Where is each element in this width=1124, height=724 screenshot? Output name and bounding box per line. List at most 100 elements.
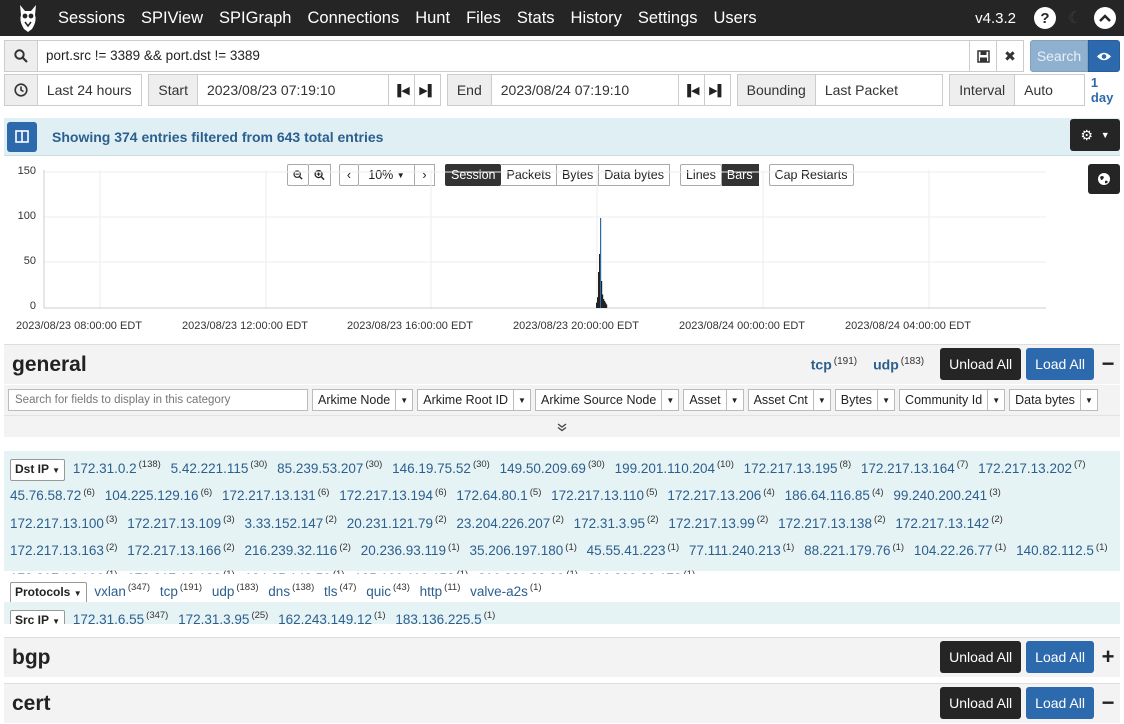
nav-spiview[interactable]: SPIView (141, 9, 203, 28)
search-button[interactable]: Search (1030, 40, 1088, 72)
field-arkime-node-dropdown[interactable]: Arkime Node ▼ (312, 389, 414, 411)
protocol-value[interactable]: valve-a2s (1) (470, 582, 541, 599)
dst-ip-value[interactable]: 146.19.75.52 (30) (392, 459, 490, 476)
nav-hunt[interactable]: Hunt (415, 9, 450, 28)
session-bar[interactable] (606, 304, 608, 308)
dst-ip-value[interactable]: 20.236.93.119 (1) (361, 542, 460, 559)
dst-ip-value[interactable]: 172.217.13.142 (2) (895, 514, 1002, 531)
nav-users[interactable]: Users (714, 9, 757, 28)
dst-ip-value[interactable]: 104.225.129.16 (6) (105, 487, 212, 504)
interval-select[interactable]: Auto (1015, 74, 1085, 106)
dst-ip-value[interactable]: 99.240.200.241 (3) (893, 487, 1000, 504)
src-ip-value[interactable]: 172.31.3.95 (25) (178, 610, 268, 624)
dst-ip-value[interactable]: 20.231.121.79 (2) (347, 514, 447, 531)
nav-connections[interactable]: Connections (307, 9, 399, 28)
arkime-owl-logo-icon[interactable] (10, 0, 46, 36)
theme-icon[interactable]: ☾ (1064, 7, 1086, 29)
nav-files[interactable]: Files (466, 9, 501, 28)
udp-pill[interactable]: udp (183) (873, 356, 924, 373)
nav-spigraph[interactable]: SPIGraph (219, 9, 291, 28)
field-bytes-dropdown[interactable]: Bytes ▼ (834, 389, 896, 411)
dst-ip-value[interactable]: 172.31.0.2 (138) (73, 459, 161, 476)
dst-ip-value[interactable]: 172.64.80.1 (5) (456, 487, 541, 504)
time-range-select[interactable]: Last 24 hours (37, 74, 143, 106)
dst-ip-value[interactable]: 35.206.197.180 (1) (469, 542, 576, 559)
dst-ip-value[interactable]: 172.217.13.206 (4) (667, 487, 774, 504)
settings-gear-icon[interactable]: ⚙ ▼ (1070, 119, 1120, 151)
eye-icon[interactable] (1088, 40, 1120, 72)
dst-ip-value[interactable]: 172.217.13.109 (3) (127, 514, 234, 531)
dst-ip-value[interactable]: 140.82.112.5 (1) (1016, 542, 1107, 559)
src-ip-value[interactable]: 162.243.149.12 (1) (278, 610, 385, 624)
general-collapse-icon[interactable]: − (1096, 351, 1120, 377)
bgp-load-all-button[interactable]: Load All (1026, 641, 1094, 673)
bounding-select[interactable]: Last Packet (815, 74, 944, 106)
end-time-input[interactable]: 2023/08/24 07:19:10 (491, 74, 679, 106)
dst-ip-value[interactable]: 186.64.116.85 (4) (785, 487, 884, 504)
dst-ip-value[interactable]: 172.217.13.166 (2) (127, 542, 234, 559)
dst-ip-value[interactable]: 172.217.13.202 (7) (978, 459, 1085, 476)
dst-ip-value[interactable]: 172.217.13.131 (6) (222, 487, 329, 504)
cert-load-all-button[interactable]: Load All (1026, 687, 1094, 719)
dst-ip-value[interactable]: 172.217.13.195 (8) (744, 459, 851, 476)
cert-collapse-icon[interactable]: − (1096, 690, 1120, 716)
field-arkime-root-id-dropdown[interactable]: Arkime Root ID ▼ (417, 389, 531, 411)
protocol-value[interactable]: vxlan (347) (94, 582, 150, 599)
field-search-input[interactable]: Search for fields to display in this cat… (8, 389, 308, 411)
dst-ip-value[interactable]: 172.31.3.95 (2) (574, 514, 659, 531)
nav-stats[interactable]: Stats (517, 9, 555, 28)
field-asset-cnt-dropdown[interactable]: Asset Cnt ▼ (747, 389, 831, 411)
src-ip-value[interactable]: 183.136.225.5 (1) (395, 610, 495, 624)
dst-ip-field-button[interactable]: Dst IP ▼ (10, 458, 66, 481)
dst-ip-value[interactable]: 45.55.41.223 (1) (587, 542, 679, 559)
src-ip-value[interactable]: 172.31.6.55 (347) (73, 610, 169, 624)
nav-history[interactable]: History (571, 9, 622, 28)
protocols-field-button[interactable]: Protocols ▼ (10, 581, 87, 604)
dst-ip-value[interactable]: 172.217.13.110 (5) (551, 487, 657, 504)
search-expression-input[interactable]: port.src != 3389 && port.dst != 3389 (38, 40, 970, 72)
dst-ip-value[interactable]: 172.217.13.138 (2) (778, 514, 885, 531)
dst-ip-value[interactable]: 172.217.13.164 (7) (861, 459, 968, 476)
tcp-pill[interactable]: tcp (191) (811, 356, 857, 373)
bgp-unload-all-button[interactable]: Unload All (940, 641, 1022, 673)
protocol-value[interactable]: tls (47) (324, 582, 356, 599)
dst-ip-value[interactable]: 3.33.152.147 (2) (244, 514, 336, 531)
start-time-input[interactable]: 2023/08/23 07:19:10 (197, 74, 390, 106)
protocol-value[interactable]: http (11) (420, 582, 461, 599)
expand-fields-chevron-icon[interactable] (4, 415, 1120, 437)
dst-ip-value[interactable]: 149.50.209.69 (30) (500, 459, 605, 476)
dst-ip-value[interactable]: 172.217.13.194 (6) (339, 487, 446, 504)
dst-ip-value[interactable]: 216.239.32.116 (2) (244, 542, 350, 559)
sidebar-toggle-icon[interactable] (7, 121, 37, 152)
cert-unload-all-button[interactable]: Unload All (940, 687, 1022, 719)
field-data-bytes-dropdown[interactable]: Data bytes ▼ (1009, 389, 1098, 411)
dst-ip-value[interactable]: 23.204.226.207 (2) (456, 514, 563, 531)
general-load-all-button[interactable]: Load All (1026, 348, 1094, 380)
src-ip-field-button[interactable]: Src IP ▼ (10, 609, 66, 624)
protocol-value[interactable]: dns (138) (268, 582, 314, 599)
help-icon[interactable]: ? (1034, 7, 1056, 29)
end-skip-forward-icon[interactable]: ▶▌ (704, 74, 731, 106)
clear-icon[interactable]: ✖ (997, 40, 1024, 72)
general-unload-all-button[interactable]: Unload All (940, 348, 1022, 380)
protocol-value[interactable]: tcp (191) (160, 582, 202, 599)
dst-ip-value[interactable]: 5.42.221.115 (30) (171, 459, 268, 476)
dst-ip-value[interactable]: 88.221.179.76 (1) (804, 542, 904, 559)
dst-ip-value[interactable]: 172.217.13.163 (2) (10, 542, 117, 559)
dst-ip-value[interactable]: 77.111.240.213 (1) (689, 542, 794, 559)
field-asset-dropdown[interactable]: Asset ▼ (683, 389, 744, 411)
start-skip-forward-icon[interactable]: ▶▌ (414, 74, 441, 106)
save-icon[interactable] (970, 40, 997, 72)
dst-ip-value[interactable]: 45.76.58.72 (6) (10, 487, 95, 504)
dst-ip-value[interactable]: 172.217.13.100 (3) (10, 514, 117, 531)
protocol-value[interactable]: udp (183) (212, 582, 259, 599)
protocol-value[interactable]: quic (43) (366, 582, 410, 599)
collapse-up-icon[interactable] (1094, 7, 1116, 29)
field-community-id-dropdown[interactable]: Community Id ▼ (899, 389, 1006, 411)
dst-ip-value[interactable]: 199.201.110.204 (10) (615, 459, 734, 476)
dst-ip-value[interactable]: 85.239.53.207 (30) (277, 459, 382, 476)
dst-ip-value[interactable]: 104.22.26.77 (1) (914, 542, 1006, 559)
end-skip-back-icon[interactable]: ▐◀ (678, 74, 705, 106)
start-skip-back-icon[interactable]: ▐◀ (389, 74, 415, 106)
bgp-expand-icon[interactable]: + (1096, 644, 1120, 670)
